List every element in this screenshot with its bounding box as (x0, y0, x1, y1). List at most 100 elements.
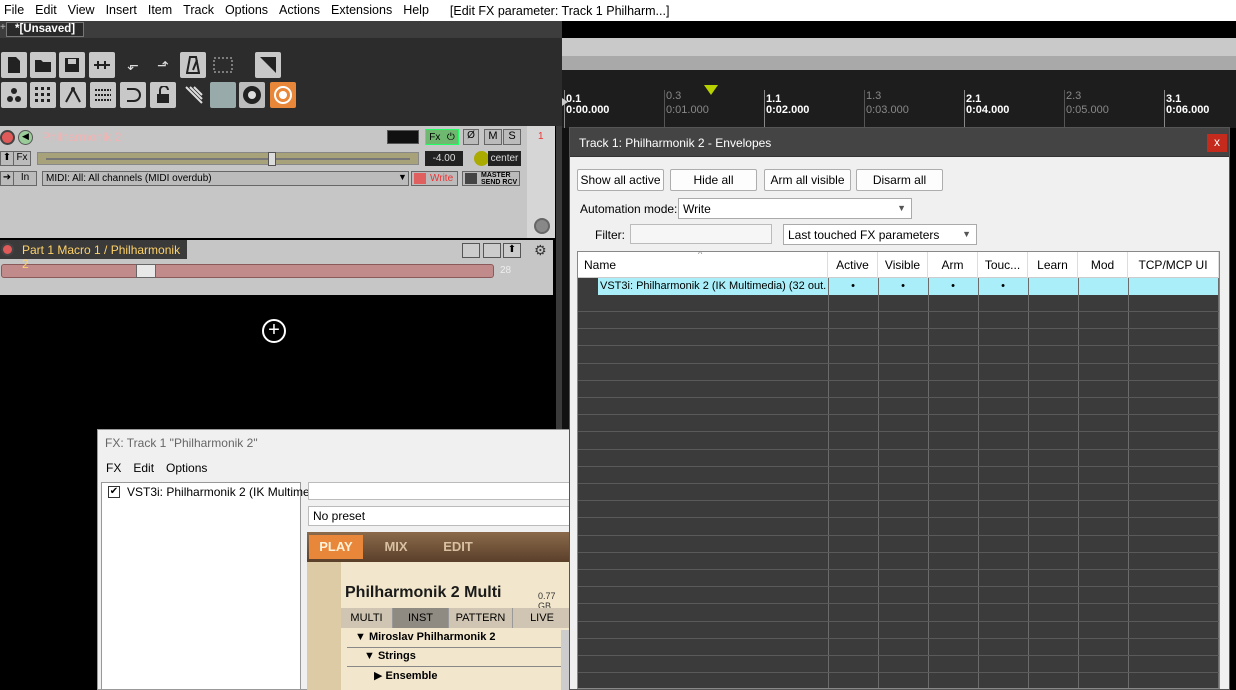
pan-value[interactable]: center (488, 151, 521, 166)
row-arm[interactable]: • (928, 280, 978, 292)
play-icon[interactable] (239, 82, 265, 108)
tree-item-ensemble[interactable]: ▶ Ensemble (374, 669, 437, 682)
volume-fader[interactable] (37, 152, 419, 166)
close-icon[interactable]: x (1207, 134, 1227, 152)
pan-knob[interactable] (474, 151, 489, 166)
solo-button[interactable]: S (503, 129, 521, 145)
new-tab-icon[interactable]: + (0, 22, 6, 33)
subtab-pattern[interactable]: PATTERN (449, 608, 513, 628)
column-header-name[interactable]: Name (578, 252, 828, 278)
crossfade-icon[interactable] (181, 82, 207, 108)
menu-actions[interactable]: Actions (275, 0, 327, 21)
menu-edit[interactable]: Edit (31, 0, 64, 21)
save-project-icon[interactable] (59, 52, 85, 78)
mixer-icon[interactable] (90, 82, 116, 108)
filter-input[interactable] (630, 224, 772, 244)
volume-fader-knob[interactable] (268, 152, 276, 166)
envelope-lane-name[interactable]: Part 1 Macro 1 / Philharmonik 2 (22, 243, 187, 271)
lock-icon[interactable] (150, 82, 176, 108)
menu-track[interactable]: Track (179, 0, 221, 21)
fx-menu-fx[interactable]: FX (98, 461, 129, 475)
column-header-arm[interactable]: Arm (928, 252, 978, 278)
row-active[interactable]: • (828, 280, 878, 292)
envelope-shape-icon[interactable] (483, 243, 501, 258)
phase-icon[interactable]: Ø (463, 129, 479, 145)
menu-item[interactable]: Item (144, 0, 179, 21)
metronome-icon[interactable] (180, 52, 206, 78)
project-settings-icon[interactable] (89, 52, 115, 78)
menu-help[interactable]: Help (399, 0, 436, 21)
row-visible[interactable]: • (878, 280, 928, 292)
envelope-arm-icon[interactable]: ⬆ (503, 243, 521, 258)
column-header-touch[interactable]: Touc... (978, 252, 1028, 278)
column-header-mod[interactable]: Mod (1078, 252, 1128, 278)
ripple-icon[interactable] (255, 52, 281, 78)
table-row[interactable]: VST3i: Philharmonik 2 (IK Multimedia) (3… (578, 278, 1219, 295)
tcp-empty-area[interactable]: + (0, 295, 556, 430)
envelope-arm-button[interactable] (1, 243, 14, 256)
menu-options[interactable]: Options (221, 0, 275, 21)
fx-param-bar[interactable] (308, 482, 572, 500)
routing-icon[interactable] (1, 82, 27, 108)
row-touch[interactable]: • (978, 280, 1028, 292)
tree-item-strings[interactable]: ▼ Strings (364, 650, 416, 662)
loop-icon[interactable] (120, 82, 146, 108)
fx-menu-edit[interactable]: Edit (129, 461, 162, 475)
fx-menu-options[interactable]: Options (162, 461, 215, 475)
undo-icon[interactable]: ⬐ (120, 52, 146, 78)
mute-button[interactable]: M (484, 129, 502, 145)
subtab-multi[interactable]: MULTI (341, 608, 393, 628)
column-header-visible[interactable]: Visible (878, 252, 928, 278)
tree-item-root[interactable]: ▼ Miroslav Philharmonik 2 (355, 631, 496, 643)
subtab-live[interactable]: LIVE (513, 608, 571, 628)
snap-icon[interactable] (210, 52, 236, 78)
input-dropdown-icon[interactable]: ▼ (398, 172, 407, 182)
menu-view[interactable]: View (64, 0, 102, 21)
record-arm-button[interactable] (0, 130, 15, 145)
fx-chain-list[interactable]: ✔ VST3i: Philharmonik 2 (IK Multime... (101, 482, 320, 690)
column-header-tcp-mcp-ui[interactable]: TCP/MCP UI (1128, 252, 1219, 278)
plugin-tab-edit[interactable]: EDIT (429, 535, 487, 559)
column-header-active[interactable]: Active (828, 252, 878, 278)
grid-icon[interactable] (30, 82, 56, 108)
folder-up-icon[interactable]: ⬆ (0, 151, 14, 166)
loop-start-marker[interactable] (562, 98, 568, 106)
menu-file[interactable]: File (0, 0, 31, 21)
fx-enabled-checkbox[interactable]: ✔ (108, 486, 120, 498)
autoscroll-icon[interactable] (210, 82, 236, 108)
envelope-settings-icon[interactable]: ⚙ (534, 242, 547, 259)
monitor-icon[interactable]: ◀ (18, 130, 33, 145)
envelope-points-icon[interactable] (60, 82, 86, 108)
fx-enable-button[interactable]: Fx ⏻ (425, 129, 459, 145)
track-name[interactable]: Philharmonik 2 (42, 130, 121, 144)
open-project-icon[interactable] (30, 52, 56, 78)
disarm-all-button[interactable]: Disarm all (856, 169, 943, 191)
folder-icon[interactable] (534, 218, 550, 234)
plugin-tab-mix[interactable]: MIX (369, 535, 423, 559)
add-track-icon[interactable]: + (262, 319, 286, 343)
subtab-inst[interactable]: INST (393, 608, 449, 628)
playhead-marker[interactable] (704, 85, 718, 95)
plugin-tab-play[interactable]: PLAY (309, 535, 363, 559)
redo-icon[interactable]: ⬏ (150, 52, 176, 78)
envelope-list[interactable]: Name ^ Active Visible Arm Touc... Learn … (577, 251, 1220, 689)
column-header-learn[interactable]: Learn (1028, 252, 1078, 278)
input-select[interactable]: MIDI: All: All channels (MIDI overdub) (42, 171, 409, 186)
automation-mode-select[interactable]: Write ▼ (678, 198, 912, 219)
new-project-icon[interactable] (1, 52, 27, 78)
project-tab[interactable]: *[Unsaved] (6, 22, 85, 37)
filter-type-select[interactable]: Last touched FX parameters ▼ (783, 224, 977, 245)
show-all-active-button[interactable]: Show all active (577, 169, 664, 191)
volume-value[interactable]: -4.00 (425, 151, 463, 166)
hide-all-button[interactable]: Hide all (670, 169, 757, 191)
menu-insert[interactable]: Insert (102, 0, 144, 21)
record-icon[interactable] (270, 82, 296, 108)
arm-all-visible-button[interactable]: Arm all visible (764, 169, 851, 191)
fx-chain-item[interactable]: VST3i: Philharmonik 2 (IK Multime... (127, 485, 320, 499)
fx-button[interactable]: Fx (13, 151, 31, 166)
envelope-lane-icon[interactable] (462, 243, 480, 258)
plugin-scrollbar[interactable] (561, 630, 569, 690)
timeline-ruler[interactable]: 0.1 0:00.000 0.3 0:01.000 1.1 0:02.000 1… (562, 70, 1236, 128)
preset-select[interactable]: No preset (308, 506, 572, 526)
menu-extensions[interactable]: Extensions (327, 0, 399, 21)
